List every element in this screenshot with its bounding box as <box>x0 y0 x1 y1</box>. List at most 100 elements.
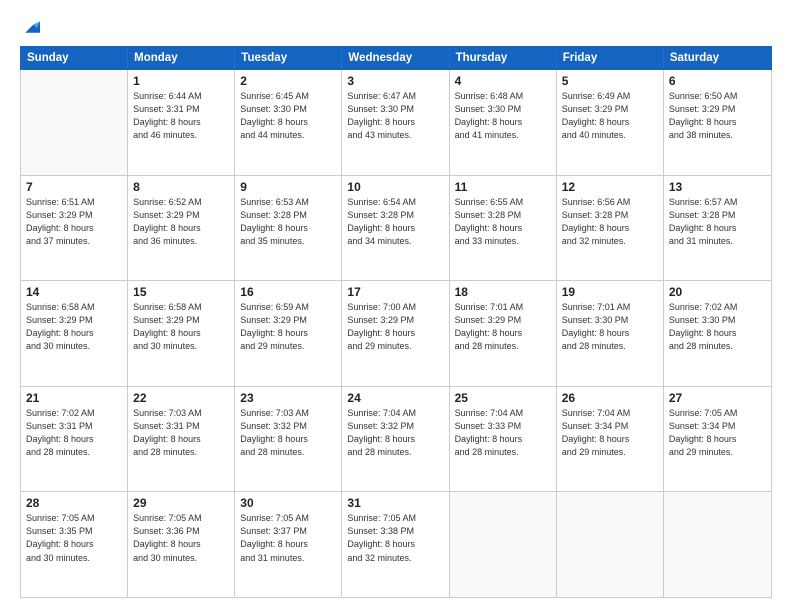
cal-cell: 3Sunrise: 6:47 AMSunset: 3:30 PMDaylight… <box>342 70 449 175</box>
cal-cell: 25 Sunrise: 7:04 AMSunset: 3:33 PMDayligh… <box>450 387 557 492</box>
cell-info: Sunrise: 7:04 AMSunset: 3:33 PMDaylight:… <box>455 407 551 459</box>
cal-cell: 6 Sunrise: 6:50 AMSunset: 3:29 PMDaylight… <box>664 70 771 175</box>
day-number: 17 <box>347 285 443 299</box>
day-number: 12 <box>562 180 658 194</box>
day-number: 1 <box>133 74 229 88</box>
cal-cell: 14 Sunrise: 6:58 AMSunset: 3:29 PMDayligh… <box>21 281 128 386</box>
header-day-friday: Friday <box>557 47 664 69</box>
header-day-monday: Monday <box>128 47 235 69</box>
day-number: 19 <box>562 285 658 299</box>
cell-info: Sunrise: 6:48 AMSunset: 3:30 PMDaylight:… <box>455 90 551 142</box>
day-number: 5 <box>562 74 658 88</box>
cal-cell: 15Sunrise: 6:58 AMSunset: 3:29 PMDayligh… <box>128 281 235 386</box>
logo <box>20 18 40 36</box>
cell-info: Sunrise: 7:05 AMSunset: 3:35 PMDaylight:… <box>26 512 122 564</box>
cal-cell: 13 Sunrise: 6:57 AMSunset: 3:28 PMDayligh… <box>664 176 771 281</box>
cell-info: Sunrise: 6:59 AMSunset: 3:29 PMDaylight:… <box>240 301 336 353</box>
cell-info: Sunrise: 7:05 AMSunset: 3:38 PMDaylight:… <box>347 512 443 564</box>
cal-cell <box>664 492 771 597</box>
day-number: 7 <box>26 180 122 194</box>
cal-cell: 22Sunrise: 7:03 AMSunset: 3:31 PMDayligh… <box>128 387 235 492</box>
day-number: 24 <box>347 391 443 405</box>
cal-cell: 24 Sunrise: 7:04 AMSunset: 3:32 PMDayligh… <box>342 387 449 492</box>
cell-info: Sunrise: 7:05 AMSunset: 3:34 PMDaylight:… <box>669 407 766 459</box>
day-number: 22 <box>133 391 229 405</box>
cal-cell: 8 Sunrise: 6:52 AMSunset: 3:29 PMDaylight… <box>128 176 235 281</box>
cal-cell <box>450 492 557 597</box>
header-day-sunday: Sunday <box>21 47 128 69</box>
cell-info: Sunrise: 6:53 AMSunset: 3:28 PMDaylight:… <box>240 196 336 248</box>
day-number: 4 <box>455 74 551 88</box>
day-number: 10 <box>347 180 443 194</box>
cell-info: Sunrise: 6:58 AMSunset: 3:29 PMDaylight:… <box>26 301 122 353</box>
header-day-wednesday: Wednesday <box>342 47 449 69</box>
cal-cell: 19 Sunrise: 7:01 AMSunset: 3:30 PMDayligh… <box>557 281 664 386</box>
day-number: 6 <box>669 74 766 88</box>
cal-cell: 4 Sunrise: 6:48 AMSunset: 3:30 PMDaylight… <box>450 70 557 175</box>
calendar-header-row: SundayMondayTuesdayWednesdayThursdayFrid… <box>20 46 772 70</box>
header <box>20 18 772 36</box>
cal-cell: 20 Sunrise: 7:02 AMSunset: 3:30 PMDayligh… <box>664 281 771 386</box>
day-number: 31 <box>347 496 443 510</box>
cell-info: Sunrise: 6:55 AMSunset: 3:28 PMDaylight:… <box>455 196 551 248</box>
week-row-2: 14 Sunrise: 6:58 AMSunset: 3:29 PMDayligh… <box>21 281 771 387</box>
cell-info: Sunrise: 7:01 AMSunset: 3:30 PMDaylight:… <box>562 301 658 353</box>
cell-info: Sunrise: 7:03 AMSunset: 3:32 PMDaylight:… <box>240 407 336 459</box>
header-day-saturday: Saturday <box>664 47 771 69</box>
day-number: 16 <box>240 285 336 299</box>
cell-info: Sunrise: 7:04 AMSunset: 3:32 PMDaylight:… <box>347 407 443 459</box>
day-number: 30 <box>240 496 336 510</box>
week-row-0: 1 Sunrise: 6:44 AMSunset: 3:31 PMDaylight… <box>21 70 771 176</box>
cell-info: Sunrise: 6:57 AMSunset: 3:28 PMDaylight:… <box>669 196 766 248</box>
day-number: 29 <box>133 496 229 510</box>
cal-cell: 5 Sunrise: 6:49 AMSunset: 3:29 PMDaylight… <box>557 70 664 175</box>
week-row-1: 7 Sunrise: 6:51 AMSunset: 3:29 PMDaylight… <box>21 176 771 282</box>
cell-info: Sunrise: 7:04 AMSunset: 3:34 PMDaylight:… <box>562 407 658 459</box>
day-number: 25 <box>455 391 551 405</box>
calendar-body: 1 Sunrise: 6:44 AMSunset: 3:31 PMDaylight… <box>20 70 772 598</box>
day-number: 21 <box>26 391 122 405</box>
cell-info: Sunrise: 6:51 AMSunset: 3:29 PMDaylight:… <box>26 196 122 248</box>
cell-info: Sunrise: 7:05 AMSunset: 3:36 PMDaylight:… <box>133 512 229 564</box>
logo-icon <box>22 18 40 36</box>
cal-cell: 18 Sunrise: 7:01 AMSunset: 3:29 PMDayligh… <box>450 281 557 386</box>
day-number: 3 <box>347 74 443 88</box>
day-number: 18 <box>455 285 551 299</box>
day-number: 27 <box>669 391 766 405</box>
cal-cell <box>21 70 128 175</box>
cell-info: Sunrise: 7:02 AMSunset: 3:31 PMDaylight:… <box>26 407 122 459</box>
cell-info: Sunrise: 6:52 AMSunset: 3:29 PMDaylight:… <box>133 196 229 248</box>
day-number: 11 <box>455 180 551 194</box>
day-number: 8 <box>133 180 229 194</box>
day-number: 9 <box>240 180 336 194</box>
cal-cell: 9 Sunrise: 6:53 AMSunset: 3:28 PMDaylight… <box>235 176 342 281</box>
cal-cell: 10 Sunrise: 6:54 AMSunset: 3:28 PMDayligh… <box>342 176 449 281</box>
day-number: 20 <box>669 285 766 299</box>
cal-cell: 7 Sunrise: 6:51 AMSunset: 3:29 PMDaylight… <box>21 176 128 281</box>
day-number: 14 <box>26 285 122 299</box>
day-number: 2 <box>240 74 336 88</box>
cell-info: Sunrise: 7:01 AMSunset: 3:29 PMDaylight:… <box>455 301 551 353</box>
cell-info: Sunrise: 6:54 AMSunset: 3:28 PMDaylight:… <box>347 196 443 248</box>
day-number: 23 <box>240 391 336 405</box>
cell-info: Sunrise: 6:50 AMSunset: 3:29 PMDaylight:… <box>669 90 766 142</box>
day-number: 26 <box>562 391 658 405</box>
cell-info: Sunrise: 6:49 AMSunset: 3:29 PMDaylight:… <box>562 90 658 142</box>
cell-info: Sunrise: 6:56 AMSunset: 3:28 PMDaylight:… <box>562 196 658 248</box>
header-day-tuesday: Tuesday <box>235 47 342 69</box>
cell-info: Sunrise: 6:44 AMSunset: 3:31 PMDaylight:… <box>133 90 229 142</box>
cell-info: Sunrise: 7:02 AMSunset: 3:30 PMDaylight:… <box>669 301 766 353</box>
cal-cell: 21 Sunrise: 7:02 AMSunset: 3:31 PMDayligh… <box>21 387 128 492</box>
calendar: SundayMondayTuesdayWednesdayThursdayFrid… <box>20 46 772 598</box>
cal-cell: 2 Sunrise: 6:45 AMSunset: 3:30 PMDaylight… <box>235 70 342 175</box>
cal-cell: 31 Sunrise: 7:05 AMSunset: 3:38 PMDayligh… <box>342 492 449 597</box>
cell-info: Sunrise: 6:45 AMSunset: 3:30 PMDaylight:… <box>240 90 336 142</box>
cal-cell: 16 Sunrise: 6:59 AMSunset: 3:29 PMDayligh… <box>235 281 342 386</box>
day-number: 13 <box>669 180 766 194</box>
cal-cell: 30Sunrise: 7:05 AMSunset: 3:37 PMDayligh… <box>235 492 342 597</box>
cal-cell: 17 Sunrise: 7:00 AMSunset: 3:29 PMDayligh… <box>342 281 449 386</box>
cal-cell: 29 Sunrise: 7:05 AMSunset: 3:36 PMDayligh… <box>128 492 235 597</box>
cal-cell: 26 Sunrise: 7:04 AMSunset: 3:34 PMDayligh… <box>557 387 664 492</box>
cal-cell: 1 Sunrise: 6:44 AMSunset: 3:31 PMDaylight… <box>128 70 235 175</box>
cell-info: Sunrise: 7:00 AMSunset: 3:29 PMDaylight:… <box>347 301 443 353</box>
